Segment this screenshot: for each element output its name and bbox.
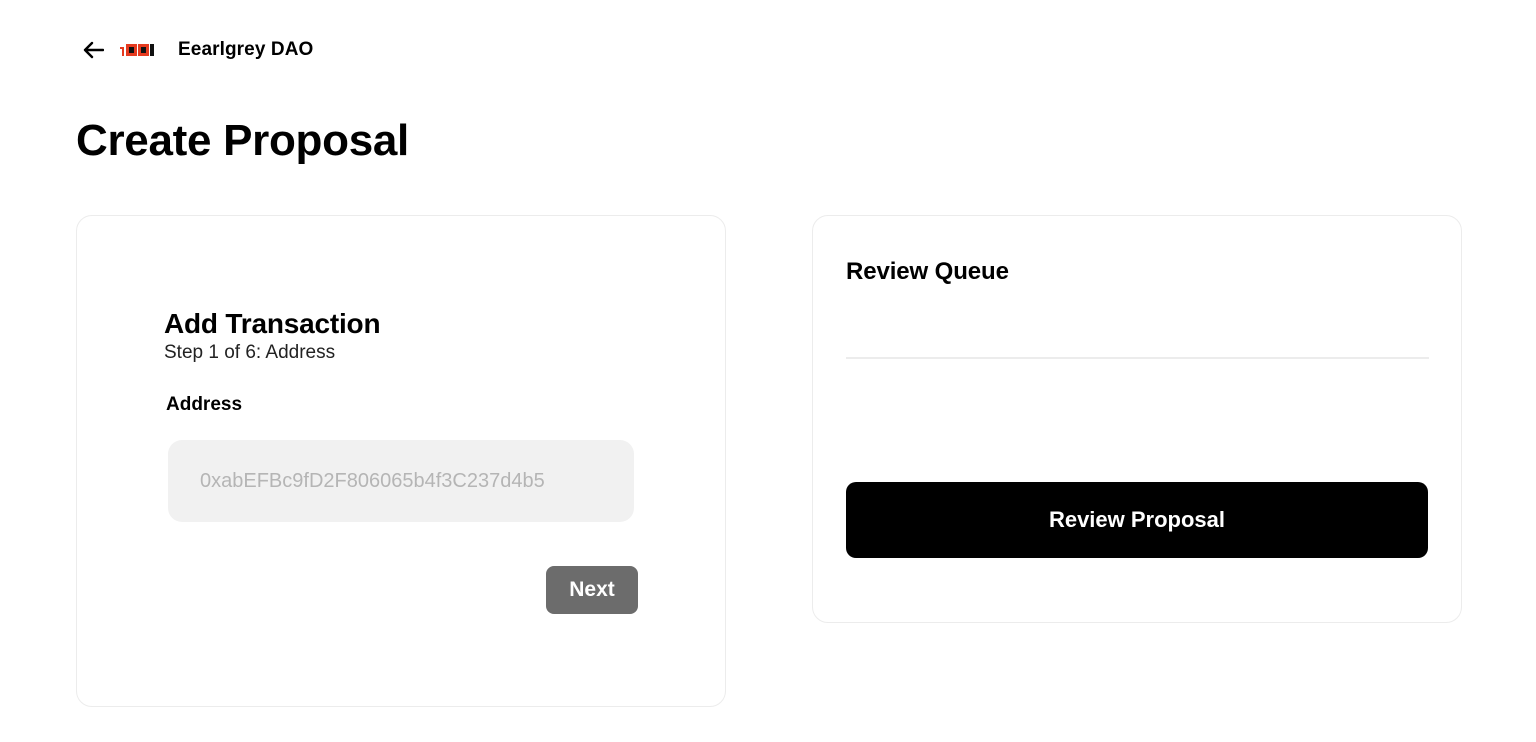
add-transaction-title: Add Transaction: [164, 308, 381, 339]
address-label: Address: [166, 394, 243, 415]
review-queue-title: Review Queue: [846, 258, 1009, 285]
dao-name[interactable]: Eearlgrey DAO: [178, 39, 313, 61]
top-nav: Eearlgrey DAO: [80, 36, 313, 64]
back-button[interactable]: [80, 36, 106, 64]
dao-logo-icon: [120, 43, 154, 57]
step-indicator: Step 1 of 6: Address: [164, 342, 336, 363]
add-transaction-card: Add Transaction Step 1 of 6: Address Add…: [76, 215, 726, 707]
next-button[interactable]: Next: [546, 566, 638, 614]
review-queue-list: [846, 366, 1429, 466]
create-proposal-page: Eearlgrey DAO Create Proposal Add Transa…: [0, 0, 1536, 742]
review-proposal-button[interactable]: Review Proposal: [846, 482, 1428, 558]
page-title: Create Proposal: [76, 116, 409, 165]
address-input[interactable]: [168, 440, 634, 522]
arrow-left-icon: [83, 41, 104, 59]
divider: [846, 357, 1429, 359]
review-queue-card: Review Queue Review Proposal: [812, 215, 1462, 623]
